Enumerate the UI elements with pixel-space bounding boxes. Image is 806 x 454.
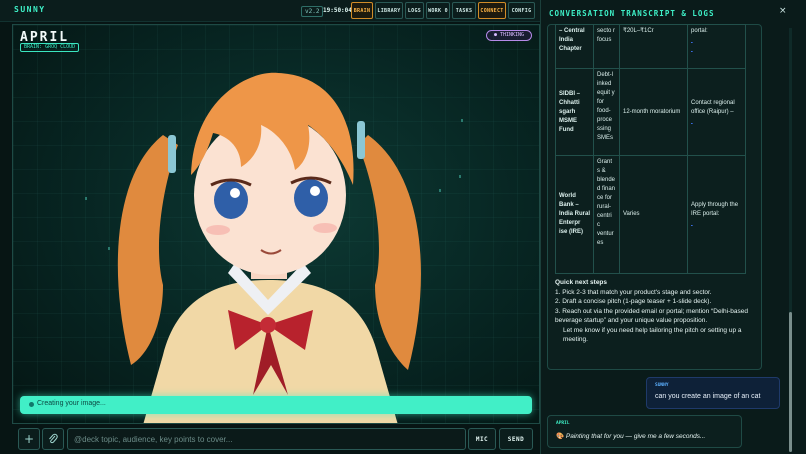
table-row: – Central India Chapter secto r focus ₹2… (555, 24, 746, 69)
paperclip-icon (49, 433, 58, 444)
status-text: Creating your image... (37, 400, 106, 407)
funding-table: – Central India Chapter secto r focus ₹2… (555, 24, 746, 274)
status-bar: Creating your image... (20, 396, 532, 414)
next-steps: Quick next steps 1. Pick 2-3 that match … (555, 278, 755, 345)
nav-work[interactable]: WORK 0 (426, 2, 450, 19)
palette-icon: 🎨 (556, 433, 565, 440)
assistant-message: APRIL 🎨 Painting that for you — give me … (547, 415, 742, 448)
version-badge: v2.2 (301, 6, 324, 17)
table-cell-contact: Apply through the IRE portal: (687, 155, 746, 274)
nav-config[interactable]: CONFIG (508, 2, 535, 19)
table-cell-name: World Bank – India Rural Enterpr ise (IR… (555, 155, 594, 274)
step-item: 1. Pick 2-3 that match your product's st… (555, 288, 712, 296)
table-cell-contact: Contact regional office (Raipur) – (687, 68, 746, 156)
top-bar: SUNNY v2.2 19:50:04 BRAIN LIBRARY LOGS W… (0, 0, 540, 22)
status-indicator-icon (29, 402, 34, 407)
portal-link[interactable] (691, 220, 693, 226)
table-cell-desc: Grant s & blende d finan ce for rural- c… (593, 155, 620, 274)
nav-logs[interactable]: LOGS (405, 2, 424, 19)
table-cell-desc: Debt-l inked equit y for food- proce ssi… (593, 68, 620, 156)
message-text: can you create an image of an cat (655, 393, 761, 400)
table-cell-desc: secto r focus (593, 24, 620, 69)
portal-link[interactable] (691, 37, 693, 43)
message-author: APRIL (556, 421, 570, 426)
nav-brain[interactable]: BRAIN (351, 2, 373, 19)
nav-connect[interactable]: CONNECT (478, 2, 506, 19)
table-cell-amount: 12-month moratorium (619, 68, 688, 156)
send-button[interactable]: SEND (499, 428, 533, 450)
panel-title: CONVERSATION TRANSCRIPT & LOGS (549, 9, 715, 18)
brain-badge: BRAIN: GROQ CLOUD (20, 43, 80, 52)
table-cell-name: SIDBI – Chhatti sgarh MSME Fund (555, 68, 594, 156)
nav-tasks[interactable]: TASKS (452, 2, 476, 19)
app-brand: SUNNY (14, 5, 46, 14)
thinking-badge: ● THINKING (486, 30, 532, 41)
attach-button[interactable] (42, 428, 64, 450)
plus-icon: + (23, 432, 35, 446)
table-row: SIDBI – Chhatti sgarh MSME Fund Debt-l i… (555, 68, 746, 156)
prompt-input[interactable] (67, 428, 466, 450)
message-text: 🎨 Painting that for you — give me a few … (556, 433, 706, 440)
close-icon[interactable]: × (779, 6, 787, 16)
steps-heading: Quick next steps (555, 279, 608, 286)
table-cell-amount: Varies (619, 155, 688, 274)
mic-button[interactable]: MIC (468, 428, 496, 450)
message-author: SUNNY (655, 383, 669, 388)
table-row: World Bank – India Rural Enterpr ise (IR… (555, 155, 746, 274)
avatar-stage (12, 24, 540, 424)
clock: 19:50:04 (323, 7, 352, 14)
steps-footer: Let me know if you need help tailoring t… (563, 326, 742, 344)
table-cell-amount: ₹20L–₹1Cr (619, 24, 688, 69)
email-link[interactable] (691, 118, 693, 124)
user-message: SUNNY can you create an image of an cat (646, 377, 780, 409)
step-item: 3. Reach out via the provided email or p… (555, 307, 748, 325)
avatar-illustration (85, 72, 463, 423)
step-item: 2. Draft a concise pitch (1-page teaser … (555, 298, 712, 305)
scrollbar-thumb[interactable] (789, 312, 792, 452)
nav-library[interactable]: LIBRARY (375, 2, 403, 19)
table-cell-contact: portal: (687, 24, 746, 69)
add-button[interactable]: + (18, 428, 40, 450)
table-cell-name: – Central India Chapter (555, 24, 594, 69)
